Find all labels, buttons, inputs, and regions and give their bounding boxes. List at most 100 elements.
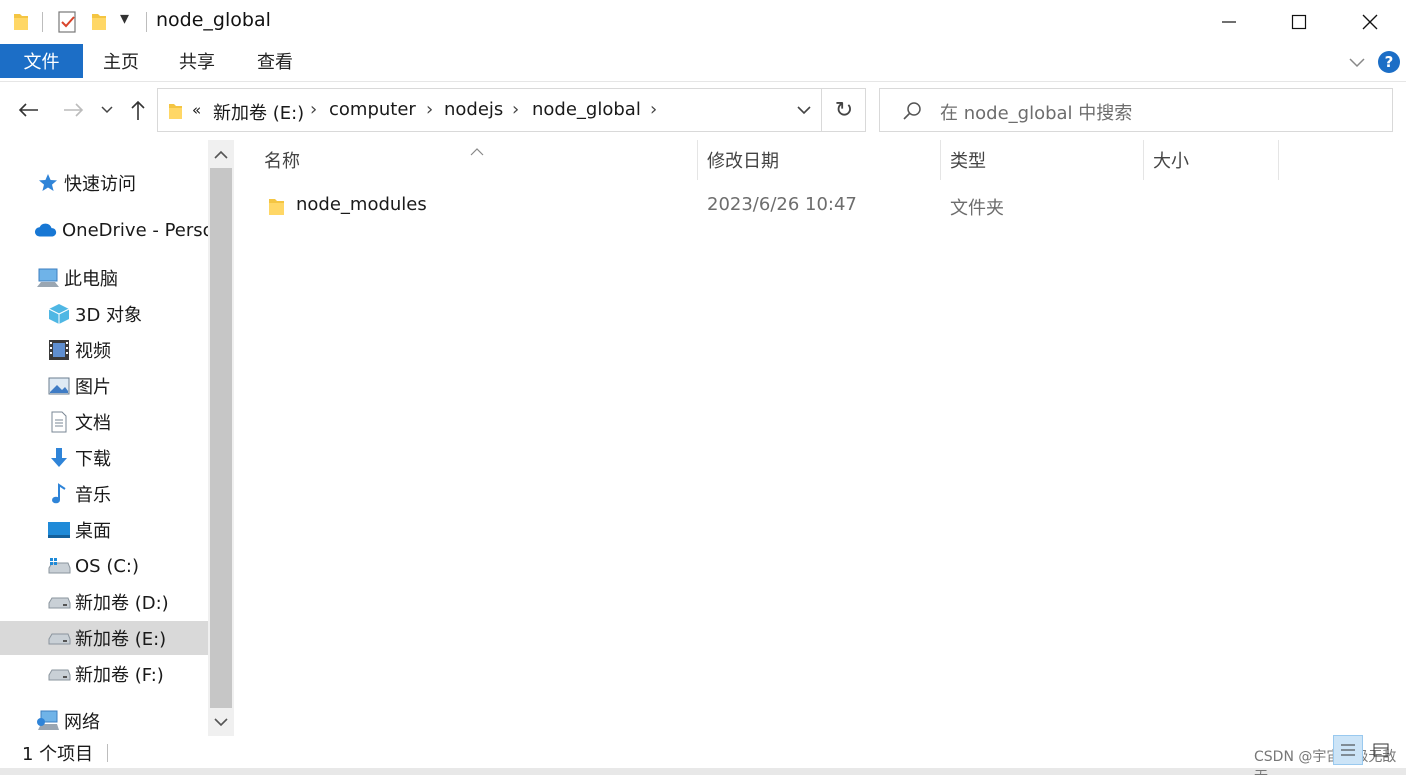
tree-item-drive-e[interactable]: 新加卷 (E:) [0,621,208,655]
column-divider[interactable] [697,140,698,180]
file-list: 名称 修改日期 类型 大小 node_modules 2023/6/26 10:… [234,140,1406,736]
tab-home[interactable]: 主页 [90,44,152,78]
tree-item-label: 视频 [75,341,111,362]
column-header-size[interactable]: 大小 [1153,140,1273,180]
title-bar: ▾ node_global [0,0,1406,44]
tree-item-label: 桌面 [75,521,111,542]
tab-view[interactable]: 查看 [244,44,306,78]
ribbon-expand-icon[interactable] [1344,50,1370,76]
tree-item-label: 此电脑 [64,269,118,290]
close-button[interactable] [1334,0,1406,44]
search-icon [902,101,922,126]
breadcrumb-node-global[interactable]: node_global [532,99,641,120]
network-icon [36,709,60,733]
navigation-pane: 快速访问 OneDrive - Perso 此电脑 3D 对象 视频 图片 文档… [0,140,208,736]
tree-item-label: 音乐 [75,485,111,506]
back-button[interactable] [14,96,42,124]
address-dropdown-button[interactable] [788,89,820,131]
recent-locations-button[interactable] [98,96,116,124]
maximize-button[interactable] [1263,0,1335,44]
scroll-down-button[interactable] [208,708,234,736]
folder-icon [168,101,184,126]
address-bar[interactable]: « 新加卷 (E:) › computer › nodejs › node_gl… [157,88,866,132]
tab-share[interactable]: 共享 [166,44,228,78]
file-type: 文件夹 [950,198,1004,219]
tree-item-label: 新加卷 (D:) [75,593,169,614]
star-icon [36,171,60,195]
tree-item-desktop[interactable]: 桌面 [0,513,208,547]
drive-icon [47,590,71,614]
quick-access-dropdown-icon[interactable]: ▾ [120,8,129,29]
tree-item-this-pc[interactable]: 此电脑 [0,261,208,295]
tree-item-label: 新加卷 (F:) [75,665,164,686]
search-placeholder: 在 node_global 中搜索 [940,103,1133,124]
music-icon [47,482,71,506]
breadcrumb-separator[interactable]: › [512,99,519,120]
details-view-button[interactable] [1333,735,1363,765]
tree-item-downloads[interactable]: 下载 [0,441,208,475]
os-drive-icon [47,554,71,578]
breadcrumb-overflow[interactable]: « [192,101,201,119]
breadcrumb-separator[interactable]: › [310,99,317,120]
scroll-thumb[interactable] [210,168,232,708]
tree-item-os-c[interactable]: OS (C:) [0,549,208,583]
minimize-button[interactable] [1193,0,1265,44]
tree-item-label: 图片 [75,377,111,398]
column-header-modified[interactable]: 修改日期 [707,140,937,180]
up-button[interactable] [124,96,152,124]
breadcrumb-computer[interactable]: computer [329,99,416,120]
tree-item-label: 网络 [64,712,100,733]
tree-item-music[interactable]: 音乐 [0,477,208,511]
column-header-name[interactable]: 名称 [264,140,694,180]
tree-item-pictures[interactable]: 图片 [0,369,208,403]
folder-icon [268,196,286,221]
picture-icon [47,374,71,398]
refresh-icon: ↻ [834,97,854,123]
navigation-bar: « 新加卷 (E:) › computer › nodejs › node_gl… [0,82,1406,138]
breadcrumb-separator[interactable]: › [426,99,433,120]
tree-item-quick-access[interactable]: 快速访问 [0,166,208,200]
tree-item-label: 3D 对象 [75,305,143,326]
status-bar: 1 个项目 [0,736,1406,768]
breadcrumb-separator[interactable]: › [650,99,657,120]
download-icon [47,446,71,470]
drive-icon [47,626,71,650]
forward-button[interactable] [60,96,88,124]
tree-item-onedrive[interactable]: OneDrive - Perso [0,213,208,247]
breadcrumb-drive-e[interactable]: 新加卷 (E:) [213,99,304,125]
large-icons-view-button[interactable] [1366,735,1396,765]
tab-file[interactable]: 文件 [0,44,83,78]
tree-item-label: OneDrive - Perso [62,219,208,241]
file-modified: 2023/6/26 10:47 [707,194,857,215]
tree-item-drive-d[interactable]: 新加卷 (D:) [0,585,208,619]
table-row[interactable]: node_modules 2023/6/26 10:47 文件夹 [234,186,1406,226]
column-divider[interactable] [1278,140,1279,180]
folder-icon[interactable] [12,10,30,37]
help-icon[interactable]: ? [1378,51,1400,73]
tree-item-network[interactable]: 网络 [0,704,208,736]
column-divider[interactable] [1143,140,1144,180]
search-box[interactable]: 在 node_global 中搜索 [879,88,1393,132]
tree-item-drive-f[interactable]: 新加卷 (F:) [0,657,208,691]
video-icon [47,338,71,362]
tree-item-label: 新加卷 (E:) [75,629,167,650]
tree-item-3d-objects[interactable]: 3D 对象 [0,297,208,331]
scroll-up-button[interactable] [208,140,234,168]
bottom-strip [0,768,1406,775]
column-header-type[interactable]: 类型 [950,140,1140,180]
tree-item-label: OS (C:) [75,555,139,577]
tree-item-label: 快速访问 [64,174,136,195]
item-count: 1 个项目 [22,744,94,765]
tree-item-documents[interactable]: 文档 [0,405,208,439]
tree-item-label: 文档 [75,413,111,434]
tree-item-label: 下载 [75,449,111,470]
column-divider[interactable] [940,140,941,180]
file-name[interactable]: node_modules [296,194,427,215]
properties-icon[interactable] [57,10,79,39]
navigation-pane-scrollbar[interactable] [208,140,234,736]
new-folder-icon[interactable] [90,10,108,37]
desktop-icon [47,518,71,542]
breadcrumb-nodejs[interactable]: nodejs [444,99,503,120]
tree-item-videos[interactable]: 视频 [0,333,208,367]
refresh-button[interactable]: ↻ [821,89,866,131]
